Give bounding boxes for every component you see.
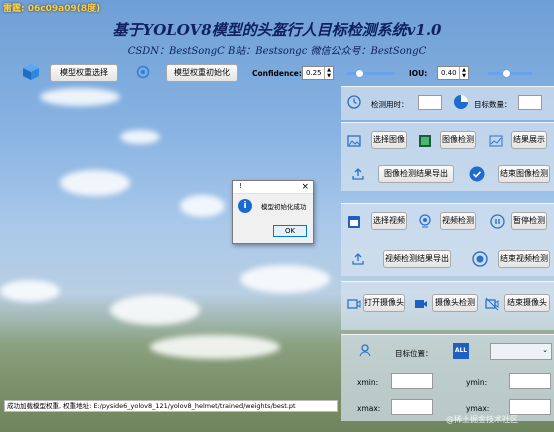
target-icon: [136, 65, 150, 79]
clock-icon: [347, 95, 361, 109]
iou-value: 0.40: [441, 69, 457, 77]
camera-off-icon: [485, 297, 499, 311]
background-cloud: [150, 335, 280, 359]
image-icon: [347, 135, 361, 147]
watermark: @稀土掘金技术社区: [446, 415, 518, 424]
stop-video-detect-button[interactable]: 结束视频检测: [498, 250, 550, 268]
check-circle-icon: [469, 166, 485, 182]
camera-panel: 打开摄像头 摄像头检测 结束摄像头: [341, 281, 554, 330]
xmax-value: [391, 399, 433, 415]
camera-icon: [347, 299, 361, 309]
ymin-value: [509, 373, 551, 389]
video-camera-icon: [415, 300, 427, 308]
background-cloud: [0, 280, 60, 302]
open-camera-button[interactable]: 打开摄像头: [363, 294, 405, 312]
spin-arrows-icon[interactable]: ▲ ▼: [459, 67, 468, 79]
target-select-dropdown[interactable]: ⌄: [490, 343, 552, 360]
info-icon: i: [238, 199, 252, 213]
detect-time-value: [418, 95, 442, 110]
image-detection-panel: 选择图像 图像检测 结果展示 图像检测结果导出 结束图像检测: [341, 122, 554, 191]
init-success-dialog[interactable]: ! × i 模型初始化成功 OK: [232, 180, 314, 244]
target-count-value: [518, 95, 542, 110]
ymax-value: [509, 399, 551, 415]
pause-detect-button[interactable]: 暂停检测: [511, 212, 547, 230]
background-cloud: [60, 170, 130, 196]
export-icon: [352, 168, 364, 180]
iou-label: IOU:: [409, 69, 428, 78]
image-detect-button[interactable]: 图像检测: [440, 131, 476, 149]
confidence-label: Confidence:: [252, 69, 302, 78]
dialog-message: 模型初始化成功: [261, 203, 307, 211]
stats-panel: 检测用时： 目标数量：: [341, 86, 554, 120]
record-icon: [472, 251, 488, 267]
page-subtitle: CSDN：BestSongC B站：Bestsongc 微信公众号：BestSo…: [127, 46, 427, 57]
slider-handle[interactable]: [355, 69, 364, 78]
ymin-label: ymin:: [466, 378, 488, 387]
confidence-value: 0.25: [306, 69, 322, 77]
xmin-label: xmin:: [357, 378, 379, 387]
select-weights-button[interactable]: 模型权重选择: [50, 64, 118, 82]
video-file-icon: [348, 216, 360, 228]
video-detect-button[interactable]: 视频检测: [440, 212, 476, 230]
window-titlebar[interactable]: 雷霆: 06c09a09(8度): [0, 0, 554, 16]
position-panel: 目标位置： ALL ⌄ xmin: ymin: xmax: ymax:: [341, 334, 554, 421]
background-cloud: [40, 88, 120, 106]
background-cloud: [120, 130, 160, 144]
xmin-value: [391, 373, 433, 389]
all-icon: ALL: [453, 343, 469, 359]
camera-detect-button[interactable]: 摄像头检测: [432, 294, 478, 312]
detect-time-label: 检测用时：: [371, 100, 409, 109]
confidence-spinbox[interactable]: 0.25 ▲ ▼: [302, 66, 334, 80]
init-weights-button[interactable]: 模型权重初始化: [166, 64, 238, 82]
xmax-label: xmax:: [357, 404, 381, 413]
background-cloud: [240, 265, 330, 293]
iou-spinbox[interactable]: 0.40 ▲ ▼: [437, 66, 469, 80]
spin-arrows-icon[interactable]: ▲ ▼: [324, 67, 333, 79]
pie-chart-icon: [454, 95, 468, 109]
stop-image-detect-button[interactable]: 结束图像检测: [498, 165, 550, 183]
status-bar: 成功加载模型权重, 权重地址: E:/pyside6_yolov8_121/yo…: [4, 400, 338, 412]
ymax-label: ymax:: [466, 404, 490, 413]
cube-icon: [23, 64, 39, 80]
iou-slider[interactable]: [488, 69, 532, 78]
video-detection-panel: 选择视频 视频检测 暂停检测 视频检测结果导出 结束视频检测: [341, 203, 554, 276]
dialog-titlebar[interactable]: ! ×: [233, 181, 313, 194]
background-cloud: [110, 295, 200, 325]
select-image-button[interactable]: 选择图像: [371, 131, 407, 149]
app-name: 雷霆: 06c09a09(8度): [3, 4, 101, 14]
target-count-label: 目标数量：: [474, 100, 512, 109]
select-video-button[interactable]: 选择视频: [371, 212, 407, 230]
image-detect-icon: [419, 135, 431, 147]
pause-icon: [490, 214, 505, 229]
slider-handle[interactable]: [501, 69, 511, 78]
background-cloud: [180, 195, 225, 217]
dialog-title: !: [239, 182, 242, 190]
close-icon[interactable]: ×: [301, 181, 309, 193]
chart-line-icon: [489, 135, 503, 147]
confidence-slider[interactable]: [347, 69, 395, 78]
location-pin-icon: [359, 344, 371, 357]
show-result-button[interactable]: 结果展示: [511, 131, 547, 149]
ok-button[interactable]: OK: [273, 225, 307, 237]
webcam-icon: [419, 214, 431, 228]
export-icon: [352, 253, 364, 265]
close-camera-button[interactable]: 结束摄像头: [504, 294, 550, 312]
export-image-result-button[interactable]: 图像检测结果导出: [378, 165, 454, 183]
page-title: 基于YOLOV8模型的头盔行人目标检测系统v1.0: [112, 21, 442, 39]
all-icon-label: ALL: [454, 347, 468, 354]
target-position-label: 目标位置：: [395, 349, 433, 358]
chevron-down-icon[interactable]: ⌄: [542, 346, 548, 354]
export-video-result-button[interactable]: 视频检测结果导出: [383, 250, 451, 268]
